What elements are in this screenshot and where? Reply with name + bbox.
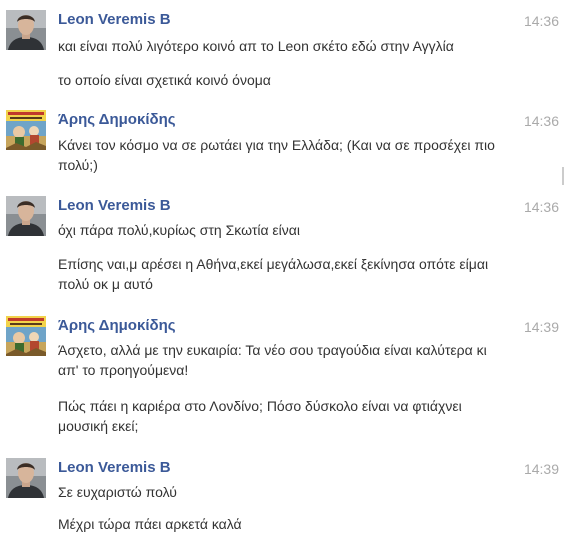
avatar[interactable] bbox=[6, 110, 46, 150]
chat-conversation[interactable]: Leon Veremis B 14:36 και είναι πολύ λιγό… bbox=[0, 0, 564, 536]
avatar[interactable] bbox=[6, 316, 46, 356]
timestamp: 14:36 bbox=[523, 199, 559, 215]
sender-name[interactable]: Leon Veremis B bbox=[58, 196, 171, 216]
message-text: και είναι πολύ λιγότερο κοινό απ το Leon… bbox=[58, 38, 454, 54]
avatar[interactable] bbox=[6, 196, 46, 236]
message-text: το οποίο είναι σχετικά κοινό όνομα bbox=[58, 72, 271, 88]
message-text: Σε ευχαριστώ πολύ bbox=[58, 484, 177, 500]
avatar[interactable] bbox=[6, 10, 46, 50]
message-text: όχι πάρα πολύ,κυρίως στη Σκωτία είναι bbox=[58, 222, 300, 238]
message-text: Άσχετο, αλλά με την ευκαιρία: Τα νέο σου… bbox=[58, 342, 487, 378]
message-text: Επίσης ναι,μ αρέσει η Αθήνα,εκεί μεγάλωσ… bbox=[58, 256, 489, 292]
message-text: Κάνει τον κόσμο να σε ρωτάει για την Ελλ… bbox=[58, 137, 495, 173]
sender-name[interactable]: Άρης Δημοκίδης bbox=[58, 316, 176, 336]
timestamp: 14:39 bbox=[523, 461, 559, 477]
sender-name[interactable]: Άρης Δημοκίδης bbox=[58, 110, 176, 130]
timestamp: 14:36 bbox=[523, 13, 559, 29]
timestamp: 14:36 bbox=[523, 113, 559, 129]
message-text: Πώς πάει η καριέρα στο Λονδίνο; Πόσο δύσ… bbox=[58, 398, 462, 434]
sender-name[interactable]: Leon Veremis B bbox=[58, 458, 171, 478]
sender-name[interactable]: Leon Veremis B bbox=[58, 10, 171, 30]
timestamp: 14:39 bbox=[523, 319, 559, 335]
message-text: Μέχρι τώρα πάει αρκετά καλά bbox=[58, 516, 242, 532]
avatar[interactable] bbox=[6, 458, 46, 498]
